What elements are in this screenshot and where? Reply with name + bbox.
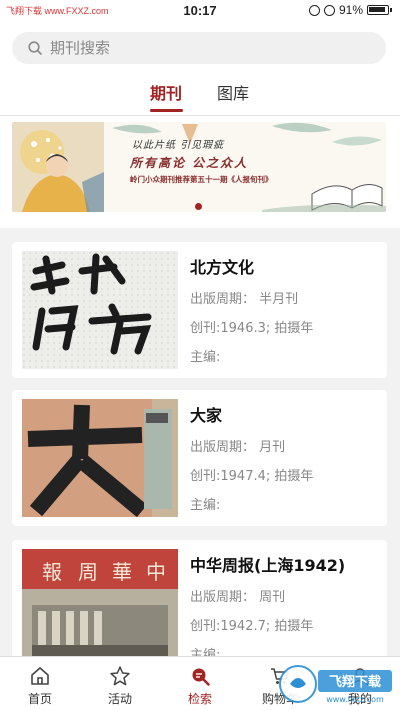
carousel-dot[interactable] <box>195 203 202 210</box>
status-bar: 飞翔下载 www.FXXZ.com 10:17 91% <box>0 0 400 22</box>
banner-text-1: 以此片纸 引见瑕疵 <box>132 140 225 151</box>
journal-founded: 创刊:1942.7; 拍摄年 <box>190 619 314 634</box>
battery-icon <box>367 5 389 15</box>
journal-title: 大家 <box>190 406 223 425</box>
search-icon <box>192 668 210 686</box>
header: 期刊 图库 <box>0 22 400 116</box>
journal-founded: 创刊:1946.3; 拍摄年 <box>190 321 314 336</box>
journal-title: 中华周报(上海1942) <box>190 556 346 575</box>
banner-text-3: 岭门小众期刊推荐第五十一期《人报旬刊》 <box>130 175 273 184</box>
star-icon <box>110 666 130 686</box>
alarm-icon <box>323 4 335 16</box>
promo-banner[interactable]: 以此片纸 引见瑕疵 所有高论 公之众人 岭门小众期刊推荐第五十一期《人报旬刊》 <box>12 122 386 212</box>
journal-founded: 创刊:1947.4; 拍摄年 <box>190 469 314 484</box>
search-bar[interactable] <box>12 32 386 64</box>
svg-text:中: 中 <box>146 560 166 584</box>
banner-section: 以此片纸 引见瑕疵 所有高论 公之众人 岭门小众期刊推荐第五十一期《人报旬刊》 <box>0 116 400 228</box>
cover-image: 報 周 華 中 <box>22 549 178 667</box>
nav-search-label: 检索 <box>187 692 212 706</box>
cover-image <box>22 251 178 369</box>
nav-activity-label: 活动 <box>107 692 132 706</box>
journal-title: 北方文化 <box>190 258 255 277</box>
journal-period: 出版周期： 月刊 <box>190 440 286 455</box>
status-indicators: 91% <box>308 3 392 17</box>
nav-home[interactable]: 首页 <box>15 665 65 707</box>
journal-cover[interactable]: 報 周 華 中 <box>22 549 178 667</box>
battery-percent: 91% <box>338 3 363 17</box>
nav-search[interactable]: 检索 <box>175 665 225 707</box>
svg-text:華: 華 <box>112 560 132 584</box>
tab-journals[interactable]: 期刊 <box>150 80 182 104</box>
nav-activity[interactable]: 活动 <box>95 665 145 707</box>
home-icon <box>31 667 49 685</box>
search-icon <box>28 41 42 55</box>
journal-cover[interactable] <box>22 251 178 369</box>
journal-editor: 主编: <box>190 498 221 513</box>
active-tab-indicator <box>150 109 183 112</box>
journal-card[interactable]: 大家 出版周期： 月刊 创刊:1947.4; 拍摄年 主编: <box>12 390 387 526</box>
journal-card[interactable]: 北方文化 出版周期： 半月刊 创刊:1946.3; 拍摄年 主编: <box>12 242 387 378</box>
journal-period: 出版周期： 半月刊 <box>190 292 299 307</box>
journal-cover[interactable] <box>22 399 178 517</box>
journal-period: 出版周期： 周刊 <box>190 590 286 605</box>
location-icon <box>308 4 320 16</box>
watermark-brand: 飞翔下载 <box>329 674 381 690</box>
watermark-logo: 飞翔下载 www.fxxz.com <box>279 665 392 704</box>
search-input[interactable] <box>50 39 350 57</box>
svg-text:報: 報 <box>42 560 62 584</box>
svg-text:周: 周 <box>78 560 98 584</box>
journal-editor: 主编: <box>190 350 221 365</box>
watermark-url: www.fxxz.com <box>326 695 384 704</box>
banner-text-2: 所有高论 公之众人 <box>130 156 249 170</box>
cover-image <box>22 399 178 517</box>
tab-gallery[interactable]: 图库 <box>217 80 249 104</box>
nav-home-label: 首页 <box>27 692 52 706</box>
tab-bar: 期刊 图库 <box>0 78 400 114</box>
